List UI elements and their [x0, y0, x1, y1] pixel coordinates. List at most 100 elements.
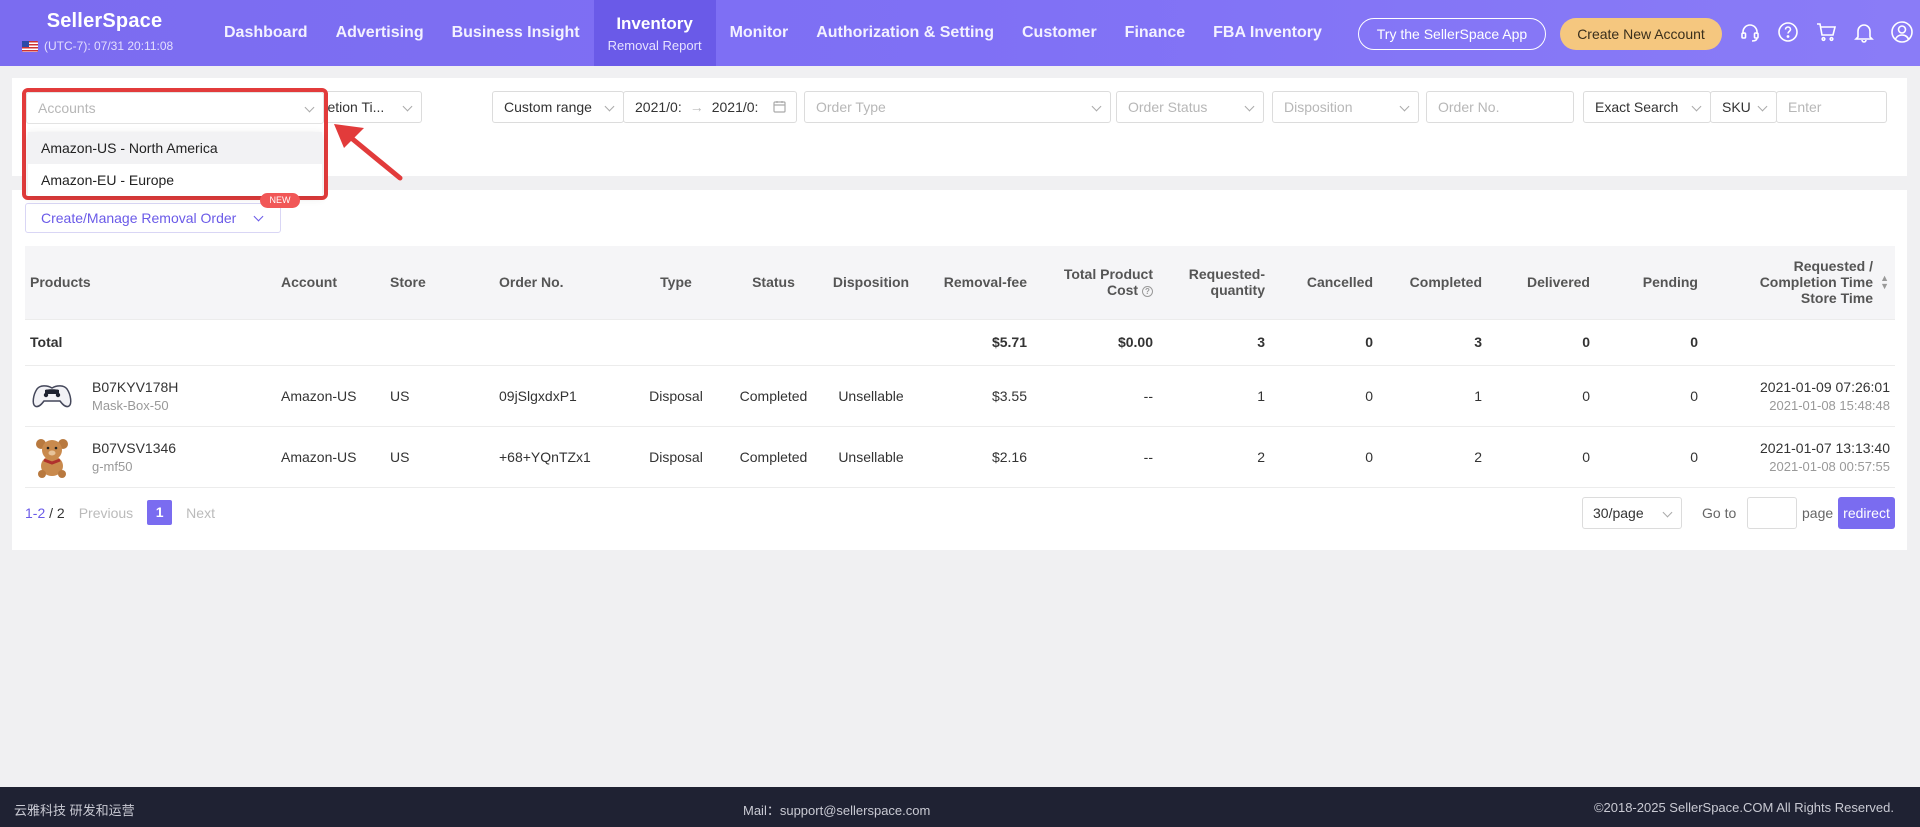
row-pending: 0 — [1595, 365, 1703, 427]
page-size-select[interactable]: 30/page — [1582, 497, 1682, 529]
help-icon[interactable] — [1776, 20, 1800, 44]
order-type-select[interactable]: Order Type — [804, 91, 1111, 123]
top-navbar: SellerSpace (UTC-7): 07/31 20:11:08 Dash… — [0, 0, 1920, 66]
date-range-picker[interactable]: 2021/0: → 2021/0: — [623, 91, 797, 123]
product-image-controller[interactable] — [30, 374, 74, 418]
new-badge: NEW — [260, 193, 300, 208]
row-store-time: 2021-01-08 15:48:48 — [1769, 397, 1890, 413]
bell-icon[interactable] — [1852, 20, 1876, 44]
row-type: Disposal — [621, 365, 731, 427]
nav-customer[interactable]: Customer — [1008, 0, 1111, 66]
order-no-input[interactable]: Order No. — [1426, 91, 1574, 123]
support-headset-icon[interactable] — [1738, 20, 1762, 44]
page-total: / 2 — [49, 504, 65, 521]
row-delivered: 0 — [1487, 365, 1595, 427]
table-row[interactable]: B07VSV1346 g-mf50 Amazon-US US +68+YQnTZ… — [25, 426, 1895, 488]
product-sku: Mask-Box-50 — [92, 397, 169, 413]
product-image-teddy-bear[interactable] — [30, 435, 74, 479]
chevron-down-icon — [604, 101, 615, 112]
nav-business-insight[interactable]: Business Insight — [438, 0, 594, 66]
row-pending: 0 — [1595, 426, 1703, 488]
row-status: Completed — [731, 426, 816, 488]
product-asin[interactable]: B07VSV1346 — [92, 440, 176, 456]
create-manage-removal-order-button[interactable]: Create/Manage Removal Order — [25, 203, 281, 233]
order-status-select[interactable]: Order Status — [1116, 91, 1264, 123]
col-delivered: Delivered — [1487, 246, 1595, 320]
exact-search-select[interactable]: Exact Search — [1583, 91, 1711, 123]
nav-fba-inventory[interactable]: FBA Inventory — [1199, 0, 1336, 66]
try-app-button[interactable]: Try the SellerSpace App — [1358, 18, 1546, 50]
total-delivered: 0 — [1487, 319, 1595, 366]
user-avatar-icon[interactable] — [1890, 20, 1914, 44]
col-account: Account — [276, 246, 385, 320]
row-completed: 1 — [1378, 365, 1487, 427]
goto-page-input[interactable] — [1747, 497, 1797, 529]
next-page-button[interactable]: Next — [186, 505, 215, 521]
annotation-arrow-icon — [334, 124, 403, 181]
row-store: US — [385, 426, 494, 488]
col-pending: Pending — [1595, 246, 1703, 320]
nav-advertising[interactable]: Advertising — [322, 0, 438, 66]
footer-copyright: ©2018-2025 SellerSpace.COM All Rights Re… — [1593, 800, 1894, 815]
chevron-down-icon — [1399, 101, 1410, 112]
row-time: 2021-01-07 13:13:40 — [1760, 439, 1890, 456]
row-cancelled: 0 — [1270, 365, 1378, 427]
sort-icon[interactable]: ▲ ▼ — [1880, 274, 1889, 291]
disposition-select[interactable]: Disposition — [1272, 91, 1419, 123]
page-number-button[interactable]: 1 — [147, 500, 173, 525]
previous-page-button[interactable]: Previous — [79, 505, 133, 521]
row-order-no: +68+YQnTZx1 — [494, 426, 621, 488]
col-time[interactable]: Requested / Completion Time Store Time ▲ ▼ — [1703, 246, 1895, 320]
row-account: Amazon-US — [276, 365, 385, 427]
page-range: 1-2 — [25, 504, 46, 521]
nav-monitor[interactable]: Monitor — [716, 0, 803, 66]
account-option-eu[interactable]: Amazon-EU - Europe — [28, 164, 322, 196]
row-type: Disposal — [621, 426, 731, 488]
chevron-down-icon — [1244, 101, 1255, 112]
row-time: 2021-01-09 07:26:01 — [1760, 378, 1890, 395]
search-field-select[interactable]: SKU — [1710, 91, 1777, 123]
search-keyword-input[interactable]: Enter — [1776, 91, 1887, 123]
table-row[interactable]: B07KYV178H Mask-Box-50 Amazon-US US 09jS… — [25, 365, 1895, 427]
row-disposition: Unsellable — [816, 426, 926, 488]
chevron-down-icon — [304, 102, 315, 113]
product-asin[interactable]: B07KYV178H — [92, 379, 178, 395]
date-range-type-select[interactable]: Custom range — [492, 91, 624, 123]
nav-dashboard[interactable]: Dashboard — [210, 0, 322, 66]
col-removal-fee: Removal-fee — [926, 246, 1032, 320]
total-pending: 0 — [1595, 319, 1703, 366]
date-from[interactable]: 2021/0: — [635, 99, 682, 115]
row-removal-fee: $2.16 — [926, 426, 1032, 488]
table-header-row: Products Account Store Order No. Type St… — [25, 246, 1895, 320]
total-label: Total — [25, 319, 276, 366]
product-sku: g-mf50 — [92, 458, 133, 474]
total-product-cost: $0.00 — [1032, 319, 1158, 366]
goto-label: Go to — [1702, 505, 1737, 521]
row-cancelled: 0 — [1270, 426, 1378, 488]
row-order-no: 09jSlgxdxP1 — [494, 365, 621, 427]
info-icon[interactable]: ? — [1142, 286, 1153, 298]
calendar-icon — [773, 100, 786, 116]
footer-mail[interactable]: Mail：support@sellerspace.com — [743, 800, 930, 819]
nav-finance[interactable]: Finance — [1111, 0, 1199, 66]
col-disposition: Disposition — [816, 246, 926, 320]
footer: 云雅科技 研发和运营 Mail：support@sellerspace.com … — [0, 787, 1920, 827]
col-cancelled: Cancelled — [1270, 246, 1378, 320]
create-account-button[interactable]: Create New Account — [1560, 18, 1722, 50]
col-requested-quantity: Requested-quantity — [1158, 246, 1270, 320]
accounts-select[interactable]: Accounts — [26, 92, 324, 124]
total-requested: 3 — [1158, 319, 1270, 366]
redirect-button[interactable]: redirect — [1838, 497, 1895, 529]
col-total-product-cost: Total Product Cost ? — [1032, 246, 1158, 320]
cart-icon[interactable] — [1814, 20, 1838, 44]
page-label: page — [1802, 505, 1834, 521]
chevron-down-icon — [402, 101, 413, 112]
account-option-us[interactable]: Amazon-US - North America — [28, 132, 322, 164]
footer-company: 云雅科技 研发和运营 — [14, 803, 135, 818]
col-products: Products — [25, 246, 276, 320]
brand-logo[interactable]: SellerSpace — [22, 10, 187, 33]
nav-authorization-setting[interactable]: Authorization & Setting — [802, 0, 1008, 66]
us-flag-icon — [22, 40, 38, 52]
nav-inventory[interactable]: Inventory Removal Report — [593, 0, 716, 66]
date-to[interactable]: 2021/0: — [712, 99, 759, 115]
